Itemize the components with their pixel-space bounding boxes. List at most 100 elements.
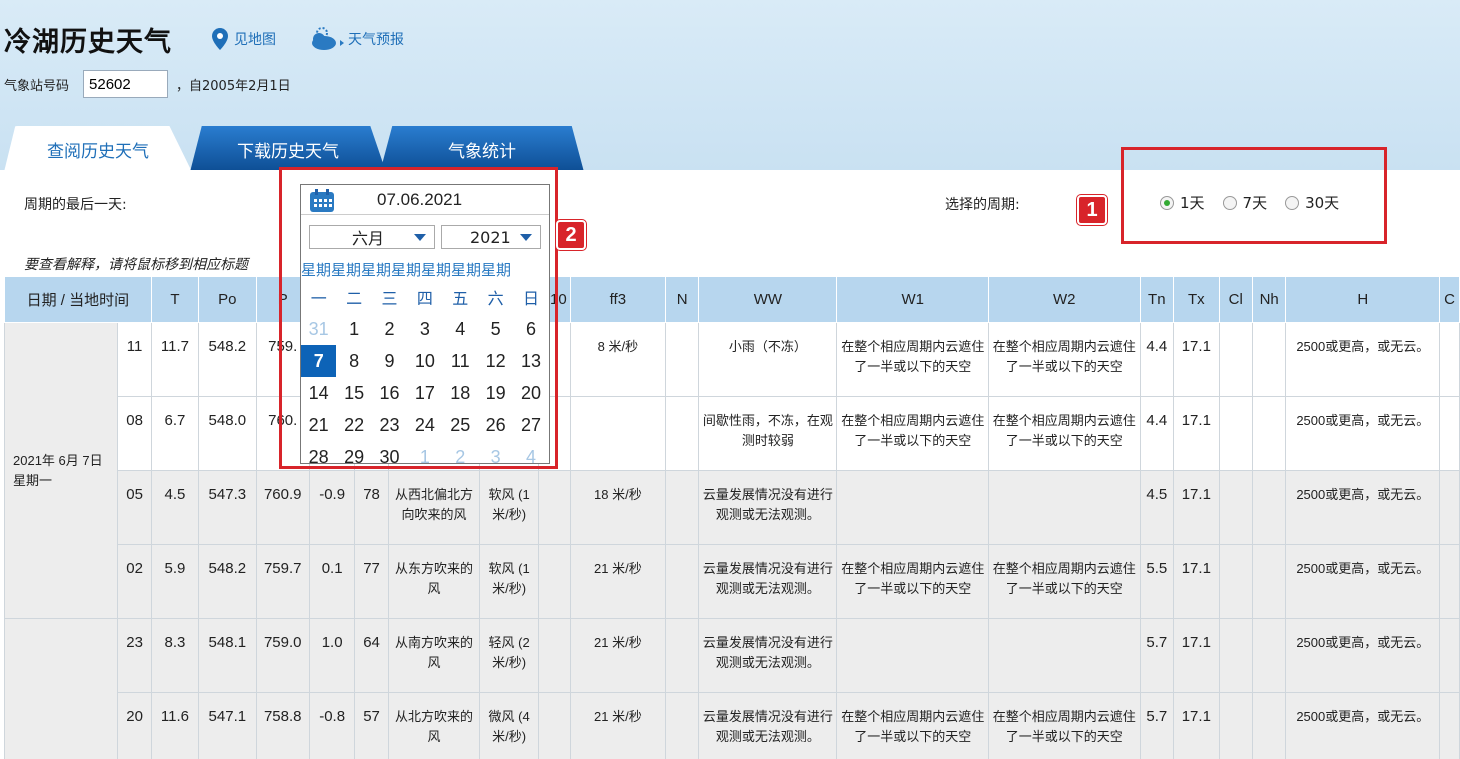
hint-text: 要查看解释，请将鼠标移到相应标题: [24, 257, 248, 273]
column-header[interactable]: N: [664, 276, 700, 323]
cell-u: 57: [354, 692, 389, 759]
annotation-badge-2: 2: [556, 220, 586, 250]
date-cell: [3, 618, 119, 759]
forecast-link[interactable]: 天气预报: [306, 26, 404, 52]
cell-ff3: 21 米/秒: [569, 544, 667, 619]
cell-po: 548.0: [198, 396, 257, 471]
table-row: 08 6.7 548.0 760. 间歇性雨，不冻，在观测时较弱 在整个相应周期内云遮住了…: [5, 396, 1460, 471]
cell-time: 08: [117, 396, 152, 471]
column-header[interactable]: W2: [987, 276, 1141, 323]
cell-tn: 5.5: [1139, 544, 1175, 619]
column-header[interactable]: 日期 / 当地时间: [4, 276, 152, 323]
cell-ff10: [537, 618, 571, 693]
cell-w2: 在整个相应周期内云遮住了一半或以下的天空: [987, 692, 1141, 759]
page-title: 冷湖历史天气: [4, 27, 172, 58]
cell-tn: 5.7: [1139, 692, 1175, 759]
weather-cloud-icon: [312, 27, 344, 50]
table-header-row: 日期 / 当地时间TPoPPaUDDFfff10ff3NWWW1W2TnTxCl…: [4, 276, 1460, 323]
cell-h: 2500或更高，或无云。: [1285, 322, 1441, 397]
column-header[interactable]: Po: [198, 276, 257, 323]
column-header[interactable]: Nh: [1251, 276, 1287, 323]
header: 冷湖历史天气 见地图 天气预报 气象站号码 ，自2005年2月1日 查阅历史天气…: [0, 0, 1460, 172]
cell-p: 758.8: [255, 692, 310, 759]
cell-w2: 在整个相应周期内云遮住了一半或以下的天空: [987, 396, 1141, 471]
cell-cl: [1218, 470, 1253, 545]
cell-w1: 在整个相应周期内云遮住了一半或以下的天空: [836, 544, 989, 619]
column-header[interactable]: Tn: [1139, 276, 1175, 323]
cell-ww: 云量发展情况没有进行观测或无法观测。: [698, 692, 838, 759]
weather-table: 日期 / 当地时间TPoPPaUDDFfff10ff3NWWW1W2TnTxCl…: [3, 276, 1460, 759]
map-pin-icon: [212, 28, 228, 50]
station-label: 气象站号码: [4, 78, 70, 94]
column-header[interactable]: Cl: [1218, 276, 1253, 323]
cell-ff10: [537, 470, 571, 545]
cell-cl: [1218, 544, 1253, 619]
column-header[interactable]: H: [1285, 276, 1441, 323]
cell-t: 11.7: [150, 322, 200, 397]
cell-c: [1439, 396, 1460, 471]
tab-download-history[interactable]: 下载历史天气: [190, 126, 386, 172]
column-header[interactable]: ff3: [569, 276, 667, 323]
cell-cl: [1218, 396, 1253, 471]
cell-po: 548.1: [198, 618, 257, 693]
tab-view-history[interactable]: 查阅历史天气: [4, 126, 192, 172]
cell-w1: 在整个相应周期内云遮住了一半或以下的天空: [836, 322, 989, 397]
cell-p: 759.7: [255, 544, 310, 619]
cell-nh: [1251, 396, 1287, 471]
cell-ff: 微风 (4米/秒): [479, 692, 539, 759]
last-day-label: 周期的最后一天:: [24, 197, 127, 213]
cell-po: 547.3: [198, 470, 257, 545]
cell-ff10: [537, 692, 571, 759]
cell-u: 78: [354, 470, 389, 545]
cell-w2: 在整个相应周期内云遮住了一半或以下的天空: [987, 544, 1141, 619]
cell-t: 5.9: [150, 544, 200, 619]
cell-ff3: 21 米/秒: [569, 618, 667, 693]
cell-n: [664, 618, 700, 693]
cell-w2: [987, 470, 1141, 545]
annotation-badge-1: 1: [1077, 195, 1107, 225]
cell-nh: [1251, 618, 1287, 693]
cell-cl: [1218, 322, 1253, 397]
cell-u: 64: [354, 618, 389, 693]
cell-time: 11: [117, 322, 152, 397]
cell-nh: [1251, 470, 1287, 545]
station-input[interactable]: [83, 70, 169, 98]
table-row: 2021年 6月 7日 星期一 11 11.7 548.2 759. 8 米/秒 小雨（不冻…: [3, 322, 1460, 619]
cell-p: 759.0: [255, 618, 310, 693]
cell-w1: 在整个相应周期内云遮住了一半或以下的天空: [836, 396, 989, 471]
column-header[interactable]: WW: [698, 276, 838, 323]
tab-bar: 查阅历史天气 下载历史天气 气象统计: [0, 126, 600, 172]
cell-t: 8.3: [150, 618, 200, 693]
column-header[interactable]: C: [1439, 276, 1460, 323]
cell-h: 2500或更高，或无云。: [1285, 618, 1441, 693]
map-link[interactable]: 见地图: [212, 28, 276, 50]
column-header[interactable]: T: [150, 276, 200, 323]
cell-tx: 17.1: [1173, 544, 1220, 619]
cell-ww: 间歇性雨，不冻，在观测时较弱: [698, 396, 838, 471]
forecast-link-label: 天气预报: [348, 32, 404, 48]
cell-dd: 从西北偏北方向吹来的风: [387, 470, 481, 545]
cell-w1: 在整个相应周期内云遮住了一半或以下的天空: [836, 692, 989, 759]
cell-time: 23: [117, 618, 152, 693]
cell-dd: 从东方吹来的风: [387, 544, 481, 619]
tab-statistics[interactable]: 气象统计: [380, 126, 584, 172]
cell-n: [664, 396, 700, 471]
cell-ww: 云量发展情况没有进行观测或无法观测。: [698, 470, 838, 545]
cell-c: [1439, 692, 1460, 759]
cell-po: 548.2: [198, 544, 257, 619]
cell-ff: 轻风 (2米/秒): [479, 618, 539, 693]
cell-u: 77: [354, 544, 389, 619]
table-row: 23 8.3 548.1 759.0 1.0 64 从南方吹来的风 轻风 (2米/秒) 21 米…: [3, 618, 1460, 759]
cell-tn: 4.4: [1139, 396, 1175, 471]
cell-po: 548.2: [198, 322, 257, 397]
cell-t: 11.6: [150, 692, 200, 759]
cell-ww: 小雨（不冻）: [698, 322, 838, 397]
cell-tx: 17.1: [1173, 692, 1220, 759]
column-header[interactable]: Tx: [1173, 276, 1220, 323]
cell-n: [664, 470, 700, 545]
cell-pa: 0.1: [308, 544, 356, 619]
column-header[interactable]: W1: [836, 276, 989, 323]
cell-tx: 17.1: [1173, 322, 1220, 397]
cell-time: 02: [117, 544, 152, 619]
cell-time: 05: [117, 470, 152, 545]
